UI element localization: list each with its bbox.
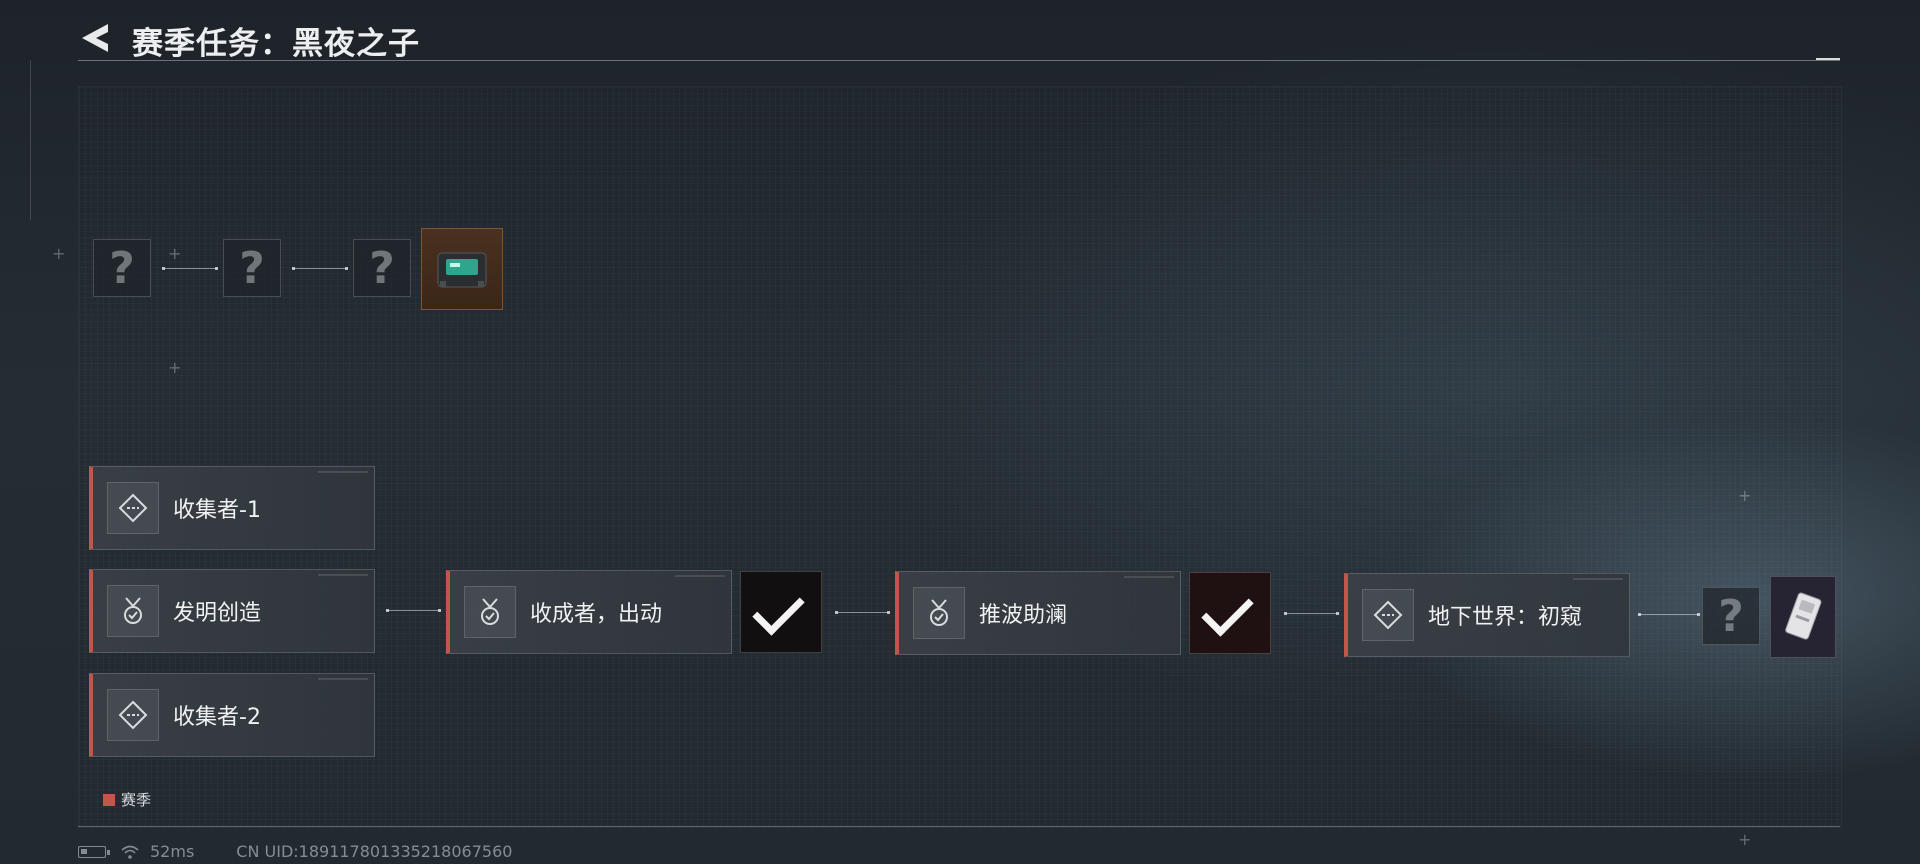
task-icon-frame [1362,589,1414,641]
reward-claimed[interactable] [740,571,822,653]
medal-check-icon [481,598,499,625]
page-title: 赛季任务：黑夜之子 [132,26,420,62]
task-harvester[interactable]: 收成者，出动 [446,570,732,654]
crosshair-icon: + [168,244,182,263]
card-corner-deco [1573,578,1623,580]
task-label: 推波助澜 [979,603,1068,628]
card-corner-deco [318,574,368,576]
medal-check-icon [930,599,948,626]
card-corner-deco [318,678,368,680]
chain-connector [386,609,441,612]
reward-claimed[interactable] [1189,572,1271,654]
card-item-icon [1785,592,1822,640]
diamond-waypoint-icon [118,493,148,523]
uid-text: CN UID:18911780133521806756​0 [236,842,513,861]
reward-item[interactable] [1770,576,1836,658]
task-label: 发明创造 [173,601,262,626]
ping-text: 52ms [150,842,195,861]
battery-icon [78,845,110,858]
chain-connector [292,267,348,270]
task-collector-1[interactable]: 收集者-1 [89,466,375,550]
header-divider-accent [1816,58,1840,60]
task-icon-frame [107,482,159,534]
chain-connector [835,611,890,614]
side-ruler [30,60,31,220]
card-corner-deco [675,575,725,577]
diamond-waypoint-icon [118,700,148,730]
chain-connector [162,267,218,270]
chain-connector [1638,613,1700,616]
medal-check-icon [124,597,142,624]
check-icon [1201,584,1254,637]
task-icon-frame [107,585,159,637]
crosshair-icon: + [1738,830,1752,849]
task-invention[interactable]: 发明创造 [89,569,375,653]
legend-label: 赛季 [121,791,152,809]
task-icon-frame [107,689,159,741]
chain-connector [1284,612,1339,615]
locked-node[interactable]: ? [223,239,281,297]
card-corner-deco [318,471,368,473]
crosshair-icon: + [52,244,66,263]
locked-node[interactable]: ? [353,239,411,297]
task-push[interactable]: 推波助澜 [895,571,1181,655]
header-divider [78,60,1840,61]
task-label: 地下世界：初窥 [1428,605,1583,630]
task-icon-frame [913,587,965,639]
locked-node[interactable]: ? [1702,587,1760,645]
crosshair-icon: + [168,358,182,377]
task-label: 收成者，出动 [530,602,663,627]
device-item-icon [437,252,487,288]
task-icon-frame [464,586,516,638]
back-button[interactable] [78,20,114,56]
locked-node[interactable]: ? [93,239,151,297]
legend-swatch [103,793,115,806]
status-bar: 52ms CN UID:18911780133521806756​0 [78,842,512,861]
footer-divider [78,826,1840,827]
wifi-icon [121,845,139,859]
task-underworld[interactable]: 地下世界：初窥 [1344,573,1630,657]
back-arrow-icon [82,24,108,52]
card-corner-deco [1124,576,1174,578]
diamond-waypoint-icon [1373,600,1403,630]
check-icon [752,583,805,636]
legend: 赛季 [103,789,151,810]
task-label: 收集者-2 [173,705,261,730]
task-label: 收集者-1 [173,498,261,523]
task-collector-2[interactable]: 收集者-2 [89,673,375,757]
crosshair-icon: + [1738,486,1752,505]
reward-item[interactable] [421,228,503,310]
